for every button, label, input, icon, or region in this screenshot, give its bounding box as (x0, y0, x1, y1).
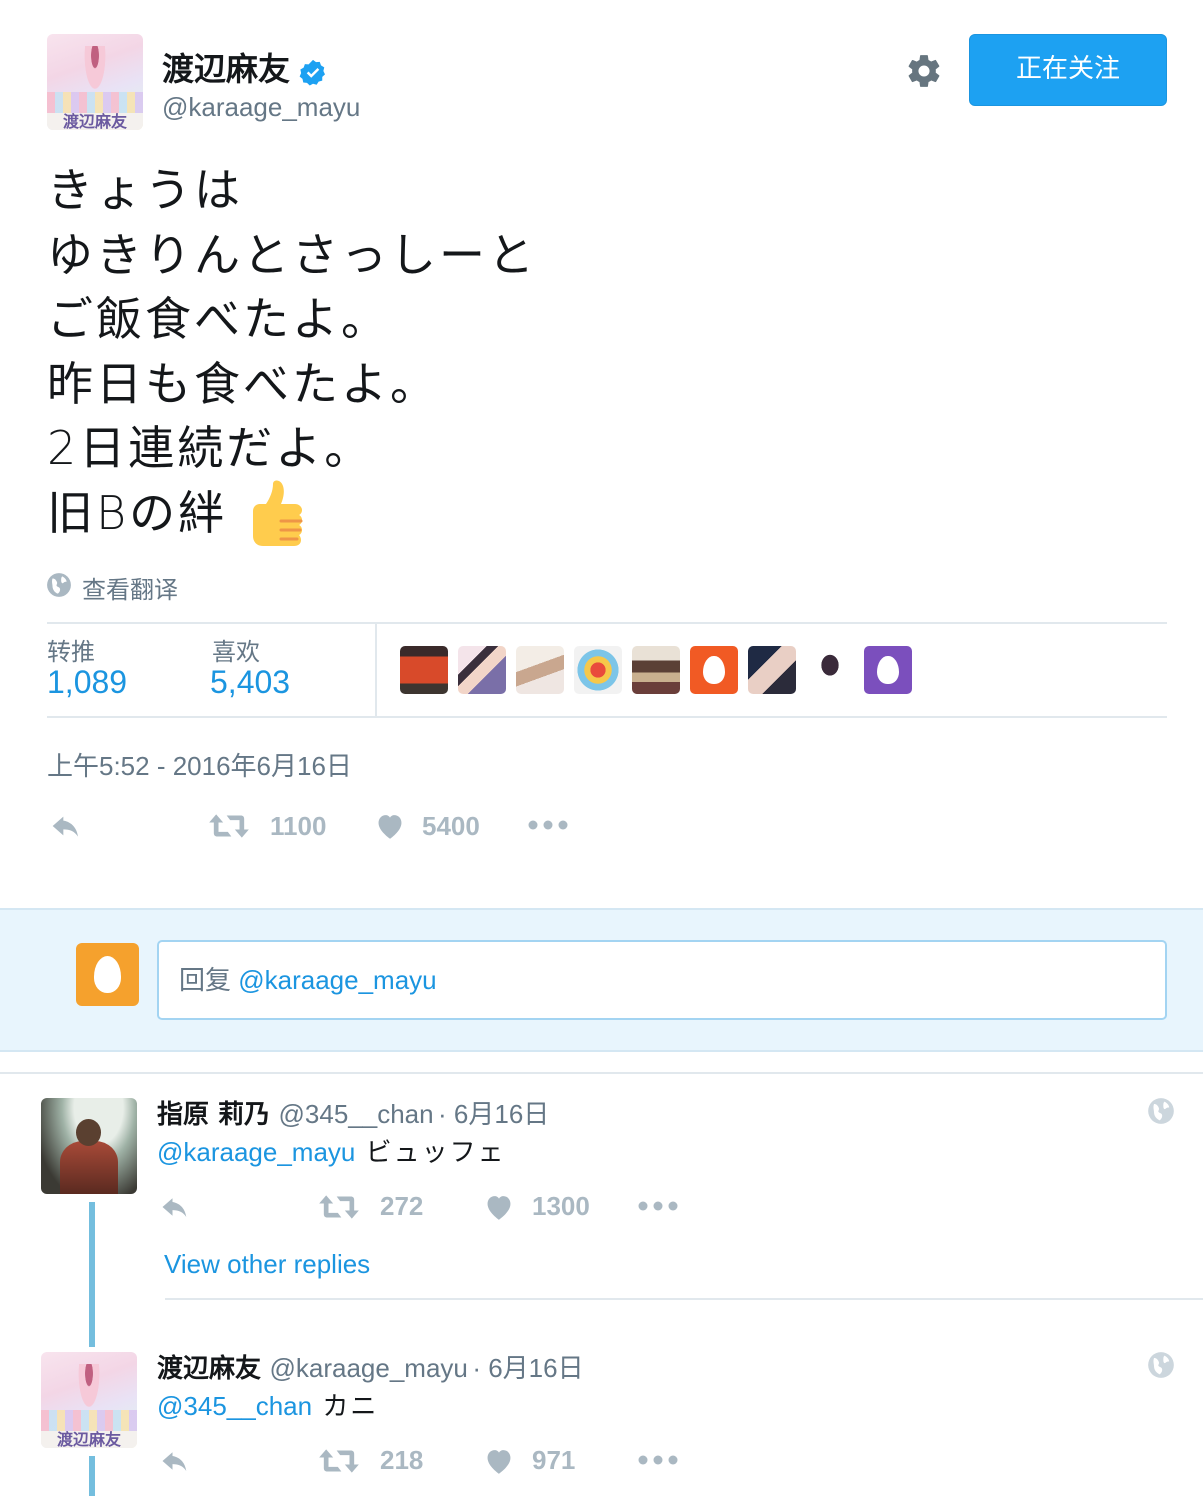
retweets-count[interactable]: 1,089 (47, 664, 127, 701)
thread-line (89, 1202, 95, 1347)
liker-avatar-egg[interactable] (690, 646, 738, 694)
reply-mention: @karaage_mayu (238, 965, 437, 995)
reply-avatar[interactable] (41, 1098, 137, 1194)
reply-avatar[interactable]: 渡辺麻友 (41, 1352, 137, 1448)
reply-icon[interactable] (48, 810, 84, 842)
reply-input[interactable]: 回复 @karaage_mayu (157, 940, 1167, 1020)
stats-divider (375, 624, 377, 716)
divider (165, 1298, 1203, 1300)
author-handle[interactable]: @karaage_mayu (162, 92, 360, 123)
liker-avatar[interactable] (806, 646, 854, 694)
retweet-icon[interactable] (208, 812, 250, 840)
reply-date[interactable]: · 6月16日 (438, 1099, 549, 1129)
tweet-line: きょうは (47, 163, 243, 217)
reply-author-name[interactable]: 渡辺麻友 (157, 1354, 261, 1384)
more-icon[interactable] (638, 1201, 678, 1211)
thread-line (89, 1456, 95, 1496)
reply-like-count[interactable]: 971 (532, 1445, 575, 1476)
tweet-text: きょうは ゆきりんとさっしーと ご飯食べたよ。 昨日も食べたよ。 2日連続だよ。… (47, 158, 537, 546)
retweet-count[interactable]: 1100 (270, 811, 326, 842)
liker-avatar[interactable] (458, 646, 506, 694)
reply-mention[interactable]: @345__chan (157, 1391, 312, 1421)
retweets-label[interactable]: 转推 (47, 632, 95, 667)
current-user-avatar-egg (76, 943, 139, 1006)
reply-body: ビュッフェ (365, 1138, 506, 1168)
liker-avatar[interactable] (574, 646, 622, 694)
tweet-line: 2日連続だよ。 (47, 421, 374, 475)
reply-author-handle[interactable]: @345__chan (279, 1099, 434, 1129)
retweet-icon[interactable] (318, 1193, 360, 1221)
tweet-line: 昨日も食べたよ。 (47, 356, 439, 411)
more-icon[interactable] (638, 1455, 678, 1465)
reply-date[interactable]: · 6月16日 (472, 1353, 583, 1383)
globe-icon (1148, 1352, 1174, 1378)
reply-text: @345__chan カニ (157, 1386, 378, 1423)
like-count[interactable]: 5400 (422, 811, 480, 842)
heart-icon[interactable] (483, 1447, 515, 1475)
reply-retweet-count[interactable]: 272 (380, 1191, 423, 1222)
divider (47, 716, 1167, 718)
reply-body: カニ (322, 1392, 379, 1422)
tweet-line: ゆきりんとさっしーと (47, 227, 537, 282)
divider (0, 1072, 1203, 1074)
divider (47, 622, 1167, 624)
liker-avatar[interactable] (400, 646, 448, 694)
liker-avatar[interactable] (632, 646, 680, 694)
thumbs-up-emoji-icon (253, 479, 303, 546)
heart-icon[interactable] (483, 1193, 515, 1221)
view-other-replies-link[interactable]: View other replies (164, 1249, 370, 1280)
reply-prefix: 回复 (179, 966, 232, 996)
likers-avatars (400, 646, 920, 694)
reply-author-name[interactable]: 指原 莉乃 (157, 1100, 270, 1130)
reply-text: @karaage_mayu ビュッフェ (157, 1132, 506, 1169)
more-icon[interactable] (528, 820, 568, 830)
tweet-line: 旧Bの絆 (47, 485, 228, 540)
author-display-name[interactable]: 渡辺麻友 (162, 50, 290, 88)
globe-icon (1148, 1098, 1174, 1124)
reply-mention[interactable]: @karaage_mayu (157, 1137, 355, 1167)
reply-icon[interactable] (158, 1192, 192, 1222)
reply-retweet-count[interactable]: 218 (380, 1445, 423, 1476)
heart-icon[interactable] (374, 812, 406, 840)
reply-author-handle[interactable]: @karaage_mayu (269, 1353, 467, 1383)
globe-icon (47, 573, 71, 597)
retweet-icon[interactable] (318, 1447, 360, 1475)
liker-avatar-egg[interactable] (864, 646, 912, 694)
liker-avatar[interactable] (748, 646, 796, 694)
reply-icon[interactable] (158, 1446, 192, 1476)
reply-like-count[interactable]: 1300 (532, 1191, 590, 1222)
tweet-line: ご飯食べたよ。 (47, 292, 390, 346)
following-button[interactable]: 正在关注 (969, 34, 1167, 106)
author-avatar[interactable]: 渡辺麻友 (47, 34, 143, 130)
gear-icon[interactable] (905, 52, 943, 90)
likes-count[interactable]: 5,403 (210, 664, 290, 701)
avatar-caption: 渡辺麻友 (47, 112, 143, 130)
liker-avatar[interactable] (516, 646, 564, 694)
likes-label[interactable]: 喜欢 (212, 632, 260, 667)
avatar-caption: 渡辺麻友 (41, 1430, 137, 1448)
translate-link[interactable]: 查看翻译 (82, 570, 178, 605)
verified-badge-icon (300, 59, 326, 86)
tweet-timestamp[interactable]: 上午5:52 - 2016年6月16日 (47, 746, 352, 783)
